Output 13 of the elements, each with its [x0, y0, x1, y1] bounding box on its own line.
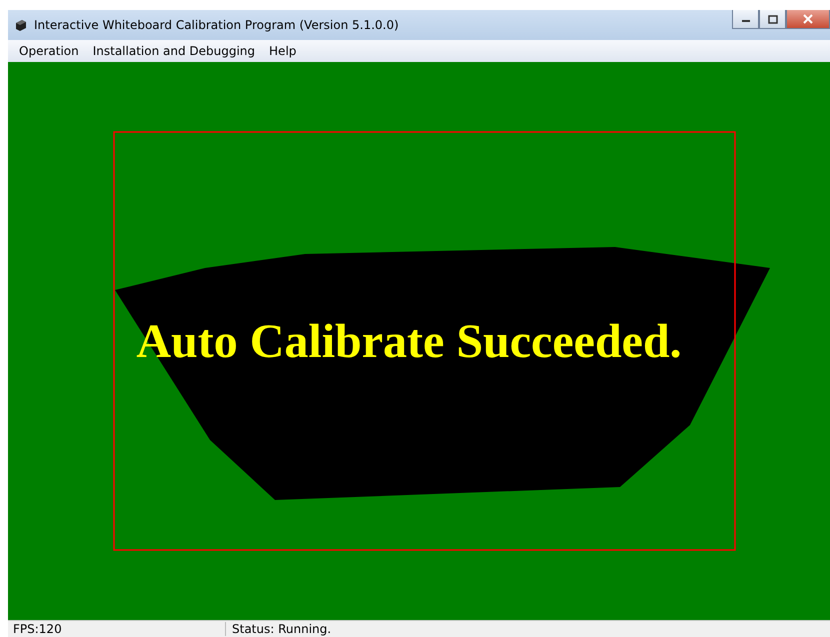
close-icon — [802, 14, 814, 24]
menu-item[interactable]: Help — [262, 44, 304, 58]
minimize-button[interactable] — [732, 10, 759, 29]
window-title: Interactive Whiteboard Calibration Program (Version 5.1.0.0) — [34, 18, 399, 32]
maximize-icon — [768, 14, 778, 24]
app-icon — [14, 18, 28, 32]
calibration-message: Auto Calibrate Succeeded. — [135, 314, 683, 369]
menu-item[interactable]: Installation and Debugging — [86, 44, 262, 58]
close-button[interactable] — [786, 10, 830, 29]
maximize-button[interactable] — [759, 10, 786, 29]
status-text: Status: Running. — [231, 622, 332, 636]
fps-readout: FPS:120 — [8, 622, 226, 636]
menu-item[interactable]: Operation — [12, 44, 86, 58]
